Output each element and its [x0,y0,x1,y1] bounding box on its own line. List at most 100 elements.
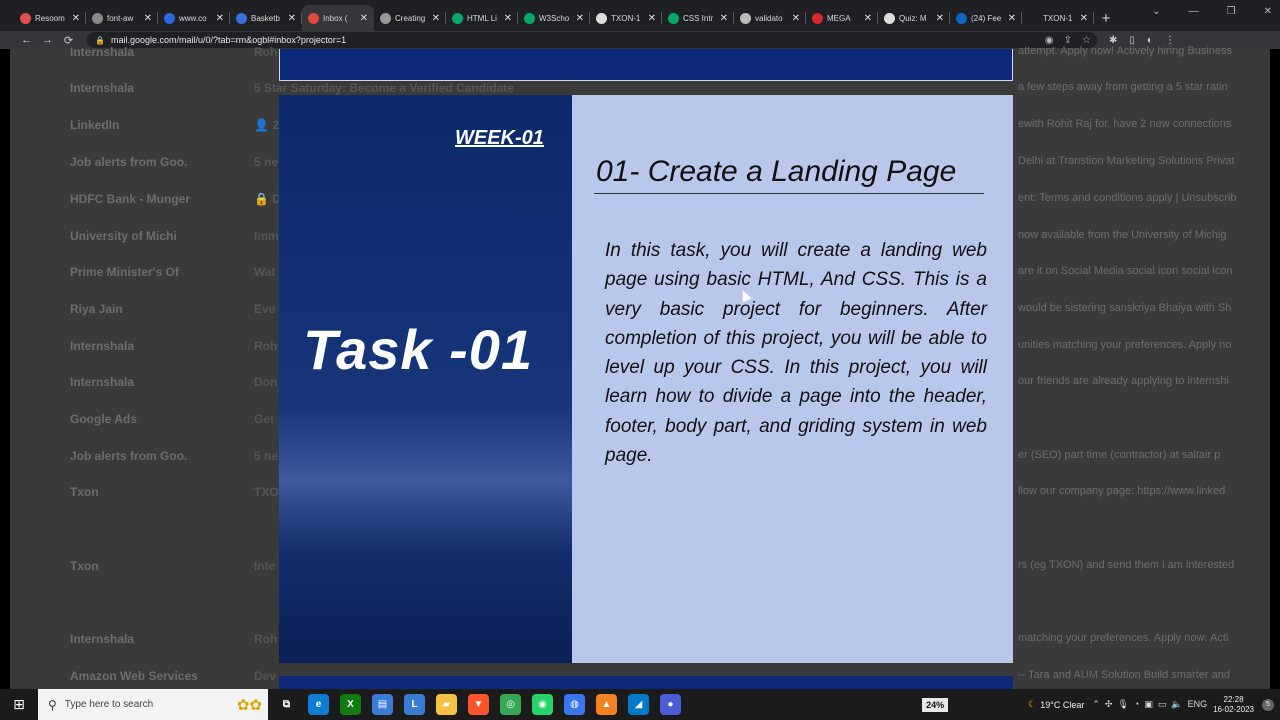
slide: WEEK-01 Task -01 01- Create a Landing Pa… [279,95,1013,663]
browser-tab[interactable]: TXON-1 ✕ [590,5,662,31]
email-snippet: Delhi at Transtion Marketing Solutions P… [1018,155,1235,167]
close-tab-icon[interactable]: ✕ [1008,13,1016,24]
slide-right-panel: 01- Create a Landing Page In this task, … [572,95,1013,663]
close-tab-icon[interactable]: ✕ [360,13,368,24]
vlc-icon[interactable]: ▲ [596,694,617,715]
wifi-icon[interactable]: ◔ [1134,699,1139,710]
browser-tab[interactable]: font-aw ✕ [86,5,158,31]
red-circle-icon [20,12,31,24]
speaker-icon[interactable]: 🔈 [1171,699,1182,710]
browser-tab[interactable]: validato ✕ [734,5,806,31]
slide-title: 01- Create a Landing Page [596,155,957,188]
browser-tab[interactable]: W3Scho ✕ [518,5,590,31]
close-tab-icon[interactable]: ✕ [72,13,80,24]
chevron-down-icon[interactable]: ⌄ [1152,6,1160,17]
task-heading: Task -01 [303,318,534,381]
browser-tab[interactable]: Inbox ( ✕ [302,5,374,31]
signal-icon[interactable]: ◍ [564,694,585,715]
app-icon[interactable]: ● [660,694,681,715]
close-tab-icon[interactable]: ✕ [936,13,944,24]
close-tab-icon[interactable]: ✕ [288,13,296,24]
clock[interactable]: 22:28 16-02-2023 [1213,695,1254,715]
email-sender: Internshala [70,45,135,59]
gmail-icon [308,12,319,24]
windows-start-icon[interactable]: ⊞ [0,689,38,720]
xbox-icon[interactable]: X [340,694,361,715]
browser-tab[interactable]: Creating ✕ [374,5,446,31]
w-icon [524,12,535,24]
taskbar: ⊞ ⚲ Type here to search ✿✿ ⧉ e X ▤ L ▰ ▼ ◎ ◉ ◍ ▲ ◢ ●… [0,689,1280,720]
microphone-icon[interactable]: 🎙 [1117,699,1128,710]
email-sender: LinkedIn [70,118,120,132]
browser-tab[interactable]: Quiz: M ✕ [878,5,950,31]
task-view-icon[interactable]: ⧉ [276,694,297,715]
close-window-icon[interactable]: ✕ [1264,6,1272,17]
language-indicator[interactable]: ENG [1188,699,1208,710]
close-tab-icon[interactable]: ✕ [648,13,656,24]
whatsapp-icon[interactable]: ◉ [532,694,553,715]
window-controls: ⌄ — ❐ ✕ [1152,6,1272,17]
email-sender: Txon [70,559,99,573]
close-tab-icon[interactable]: ✕ [576,13,584,24]
email-subject: 🔒 D [254,192,281,206]
vscode-icon[interactable]: ◢ [628,694,649,715]
browser-tab[interactable]: HTML Li ✕ [446,5,518,31]
email-subject: Get [254,412,275,426]
l-app-icon[interactable]: L [404,694,425,715]
email-sender: Riya Jain [70,302,123,316]
browser-tab[interactable]: MEGA ✕ [806,5,878,31]
edge-icon[interactable]: e [308,694,329,715]
close-tab-icon[interactable]: ✕ [864,13,872,24]
battery-indicator[interactable]: 24% [922,697,949,712]
new-tab-button[interactable]: + [1094,5,1118,31]
blank-icon [1028,12,1039,24]
close-tab-icon[interactable]: ✕ [144,13,152,24]
email-snippet: er (SEO) part time (contractor) at salta… [1018,449,1221,461]
browser-tab[interactable]: (24) Fee ✕ [950,5,1022,31]
tab-label: HTML Li [467,13,497,23]
browser-tab[interactable]: CSS Intr ✕ [662,5,734,31]
close-tab-icon[interactable]: ✕ [216,13,224,24]
bluetooth-icon[interactable]: ✣ [1105,699,1113,710]
file-explorer-icon[interactable]: ▰ [436,694,457,715]
tab-label: validato [755,13,783,23]
tab-label: Quiz: M [899,13,927,23]
email-snippet: -- Tara and AUM Solution Build smarter a… [1018,669,1230,681]
browser-tab[interactable]: www.co ✕ [158,5,230,31]
notifications-badge[interactable]: 5 [1262,698,1274,711]
code-icon [92,12,103,24]
clock-date: 16-02-2023 [1213,704,1254,714]
chevron-up-icon[interactable]: ⌃ [1092,699,1100,710]
github-icon [596,12,607,24]
browser-tab[interactable]: Resoom ✕ [14,5,86,31]
previous-slide-strip [279,49,1013,81]
email-snippet: matching your preferences. Apply now: Ac… [1018,632,1229,644]
battery-icon[interactable]: ▭ [1158,699,1167,710]
browser-tab[interactable]: TXON-1 ✕ [1022,5,1094,31]
meet-icon[interactable]: ▣ [1144,699,1153,710]
tab-label: font-aw [107,13,134,23]
close-tab-icon[interactable]: ✕ [792,13,800,24]
minimize-icon[interactable]: — [1189,6,1199,17]
chrome-icon[interactable]: ◎ [500,694,521,715]
tab-label: Basketb [251,13,280,23]
tab-label: Inbox ( [323,13,348,23]
brave-icon[interactable]: ▼ [468,694,489,715]
email-subject: 5 ne [254,449,279,463]
email-snippet: now available from the University of Mic… [1018,229,1227,241]
close-tab-icon[interactable]: ✕ [504,13,512,24]
weather-text[interactable]: 19°C Clear [1040,700,1084,710]
email-subject: Dev [254,669,277,683]
close-tab-icon[interactable]: ✕ [720,13,728,24]
taskbar-search[interactable]: ⚲ Type here to search ✿✿ [38,689,268,720]
store-icon[interactable]: ▤ [372,694,393,715]
browser-tab[interactable]: Basketb ✕ [230,5,302,31]
tab-label: MEGA [827,13,851,23]
maximize-icon[interactable]: ❐ [1227,6,1236,17]
email-snippet: rs (eg TXON) and send them i am interest… [1018,559,1235,571]
tab-label: CSS Intr [683,13,714,23]
clock-time: 22:28 [1223,694,1244,704]
doc-icon [380,12,391,24]
close-tab-icon[interactable]: ✕ [1080,13,1088,24]
close-tab-icon[interactable]: ✕ [432,13,440,24]
